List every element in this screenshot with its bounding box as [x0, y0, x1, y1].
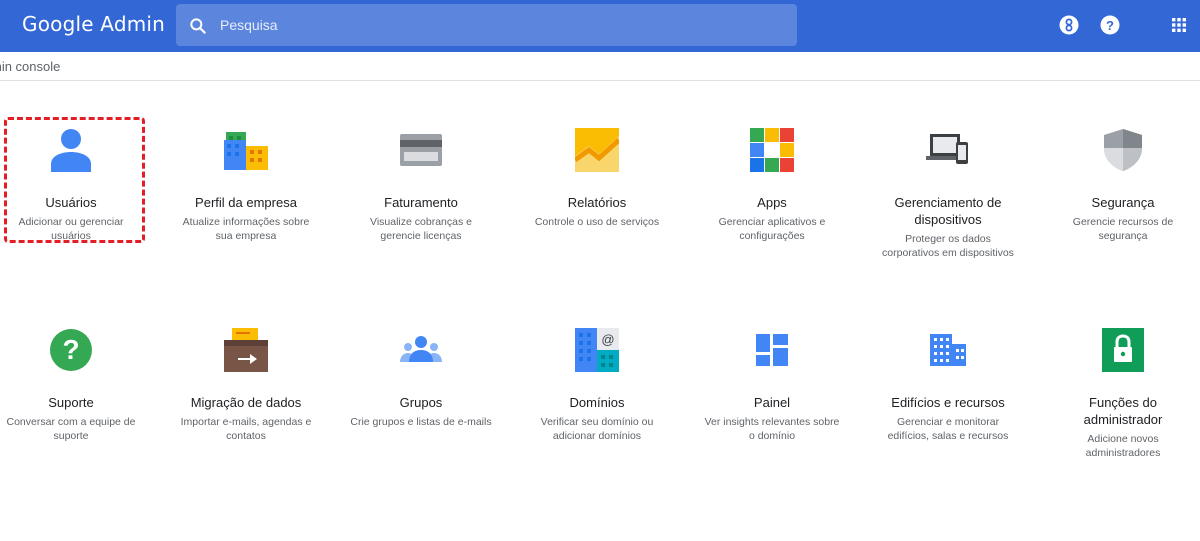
card-description: Proteger os dados corporativos em dispos… [882, 233, 1014, 259]
card-description: Adicione novos administradores [1085, 433, 1161, 459]
card-edificios-recursos[interactable]: Edifícios e recursos Gerenciar e monitor… [873, 328, 1023, 443]
data-migration-icon [224, 328, 268, 372]
card-description: Controle o uso de serviços [534, 216, 660, 228]
card-perfil-empresa[interactable]: Perfil da empresa Atualize informações s… [171, 128, 321, 243]
shield-icon [1104, 129, 1142, 171]
help-icon[interactable]: ? [1100, 15, 1120, 35]
card-description: Visualize cobranças e gerencie licenças [370, 216, 472, 242]
card-title: Segurança [1091, 195, 1155, 210]
card-description: Importar e-mails, agendas e contatos [180, 416, 312, 442]
apps-grid-icon[interactable] [1169, 15, 1189, 35]
breadcrumb-bar: min console [0, 52, 1200, 81]
card-painel[interactable]: Painel Ver insights relevantes sobre o d… [697, 328, 847, 443]
card-seguranca[interactable]: Segurança Gerencie recursos de segurança [1048, 128, 1198, 243]
card-suporte[interactable]: ? Suporte Conversar com a equipe de supo… [0, 328, 146, 443]
search-icon[interactable] [188, 16, 208, 36]
card-title: Apps [757, 195, 787, 210]
domains-icon: @ [575, 328, 619, 372]
card-description: Gerencie recursos de segurança [1072, 216, 1174, 242]
search-bar[interactable] [176, 4, 797, 46]
top-bar: Google Admin ? [0, 0, 1200, 52]
card-description: Atualize informações sobre sua empresa [182, 216, 310, 242]
card-title: Edifícios e recursos [891, 395, 1005, 410]
svg-text:@: @ [601, 332, 614, 347]
card-relatorios[interactable]: Relatórios Controle o uso de serviços [522, 128, 672, 229]
apps-tiles-icon [750, 128, 794, 172]
card-title: Grupos [399, 395, 443, 410]
card-title: Gerenciamento de dispositivos [894, 195, 1002, 227]
card-funcoes-administrador[interactable]: Funções do administrador Adicione novos … [1048, 328, 1198, 460]
highlight-box [4, 117, 145, 243]
card-apps[interactable]: Apps Gerenciar aplicativos e configuraçõ… [697, 128, 847, 243]
card-title: Perfil da empresa [195, 195, 297, 210]
reports-chart-icon [575, 128, 619, 172]
card-title: Suporte [48, 395, 94, 410]
buildings-icon [930, 334, 966, 366]
card-title: Funções do administrador [1083, 395, 1163, 427]
card-faturamento[interactable]: Faturamento Visualize cobranças e gerenc… [346, 128, 496, 243]
card-gerenciamento-dispositivos[interactable]: Gerenciamento de dispositivos Proteger o… [873, 128, 1023, 260]
card-title: Migração de dados [190, 395, 302, 410]
credit-card-icon [400, 134, 442, 166]
card-description: Verificar seu domínio ou adicionar domín… [540, 416, 654, 442]
support-question-icon: ? [50, 329, 92, 371]
devices-icon [926, 134, 968, 164]
card-title: Domínios [569, 395, 625, 410]
company-building-icon [224, 132, 268, 170]
card-description: Conversar com a equipe de suporte [6, 416, 136, 442]
groups-icon [400, 336, 442, 362]
card-grupos[interactable]: Grupos Crie grupos e listas de e-mails [346, 328, 496, 429]
card-title: Relatórios [567, 195, 627, 210]
google-admin-logo[interactable]: Google Admin [22, 12, 165, 36]
svg-text:?: ? [1106, 18, 1114, 33]
card-description: Gerenciar aplicativos e configurações [718, 216, 826, 242]
support-toolbar-icon[interactable] [1059, 15, 1079, 35]
card-description: Gerenciar e monitorar edifícios, salas e… [887, 416, 1009, 442]
card-dominios[interactable]: @ Domínios Verificar seu domínio ou adic… [522, 328, 672, 443]
search-input[interactable] [220, 4, 780, 46]
card-title: Painel [753, 395, 791, 410]
card-description: Crie grupos e listas de e-mails [350, 416, 492, 428]
card-migracao-dados[interactable]: Migração de dados Importar e-mails, agen… [171, 328, 321, 443]
card-title: Faturamento [384, 195, 458, 210]
svg-text:?: ? [62, 334, 79, 365]
dashboard-icon [756, 334, 788, 366]
admin-lock-icon [1102, 328, 1144, 372]
card-description: Ver insights relevantes sobre o domínio [704, 416, 840, 442]
breadcrumb[interactable]: min console [0, 59, 60, 74]
